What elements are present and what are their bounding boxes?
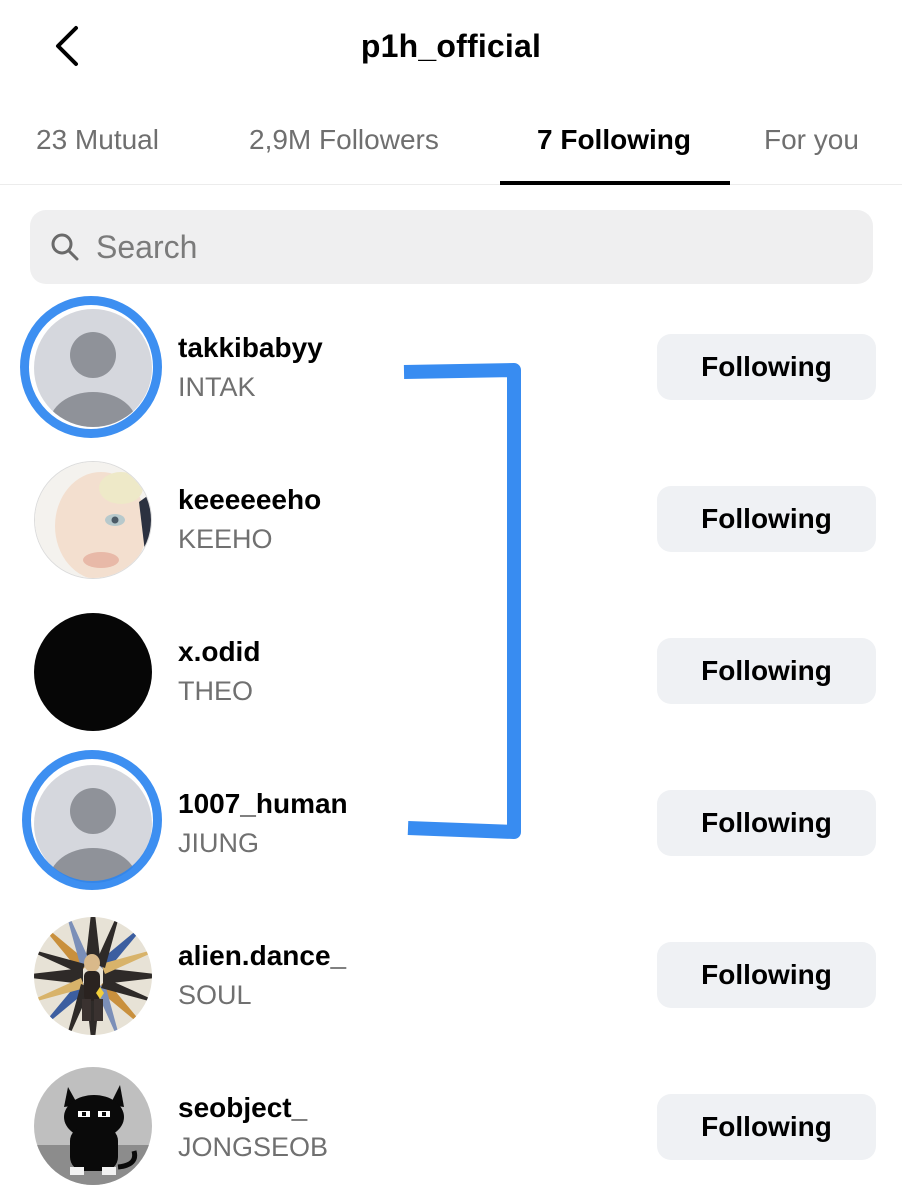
- tab-following[interactable]: 7 Following: [537, 124, 691, 156]
- following-button[interactable]: Following: [657, 942, 876, 1008]
- following-button[interactable]: Following: [657, 1094, 876, 1160]
- username[interactable]: x.odid: [178, 636, 260, 668]
- full-name: THEO: [178, 676, 254, 706]
- tab-followers[interactable]: 2,9M Followers: [249, 124, 439, 156]
- tab-for-you[interactable]: For you: [764, 124, 859, 156]
- list-item: takkibabyy INTAK Following: [0, 292, 902, 444]
- username[interactable]: 1007_human: [178, 788, 348, 820]
- list-item: seobject_ JONGSEOB Following: [0, 1052, 902, 1204]
- full-name: SOUL: [178, 980, 252, 1010]
- psychedelic-profile-photo[interactable]: [34, 917, 152, 1035]
- list-item: alien.dance_ SOUL Following: [0, 900, 902, 1052]
- search-bar[interactable]: [30, 210, 873, 284]
- following-button[interactable]: Following: [657, 334, 876, 400]
- following-button[interactable]: Following: [657, 486, 876, 552]
- black-cat-profile-photo[interactable]: [34, 1067, 152, 1185]
- following-button[interactable]: Following: [657, 638, 876, 704]
- search-input[interactable]: [96, 210, 856, 284]
- list-item: 1007_human JIUNG Following: [0, 748, 902, 900]
- black-profile-photo[interactable]: [34, 613, 152, 731]
- full-name: KEEHO: [178, 524, 273, 554]
- full-name: JIUNG: [178, 828, 259, 858]
- full-name: JONGSEOB: [178, 1132, 329, 1162]
- profile-photo[interactable]: [34, 461, 152, 579]
- username[interactable]: takkibabyy: [178, 332, 323, 364]
- username[interactable]: alien.dance_: [178, 940, 346, 972]
- header: p1h_official: [0, 0, 902, 96]
- search-icon: [51, 233, 79, 261]
- page-title: p1h_official: [360, 28, 542, 64]
- default-avatar-icon[interactable]: [34, 309, 152, 427]
- tab-bar: 23 Mutual 2,9M Followers 7 Following For…: [0, 96, 902, 185]
- active-tab-indicator: [500, 181, 730, 185]
- username[interactable]: seobject_: [178, 1092, 307, 1124]
- list-item: x.odid THEO Following: [0, 596, 902, 748]
- tab-mutual[interactable]: 23 Mutual: [36, 124, 159, 156]
- list-item: keeeeeeho KEEHO Following: [0, 444, 902, 596]
- username[interactable]: keeeeeeho: [178, 484, 321, 516]
- default-avatar-icon[interactable]: [34, 765, 152, 883]
- following-button[interactable]: Following: [657, 790, 876, 856]
- full-name: INTAK: [178, 372, 256, 402]
